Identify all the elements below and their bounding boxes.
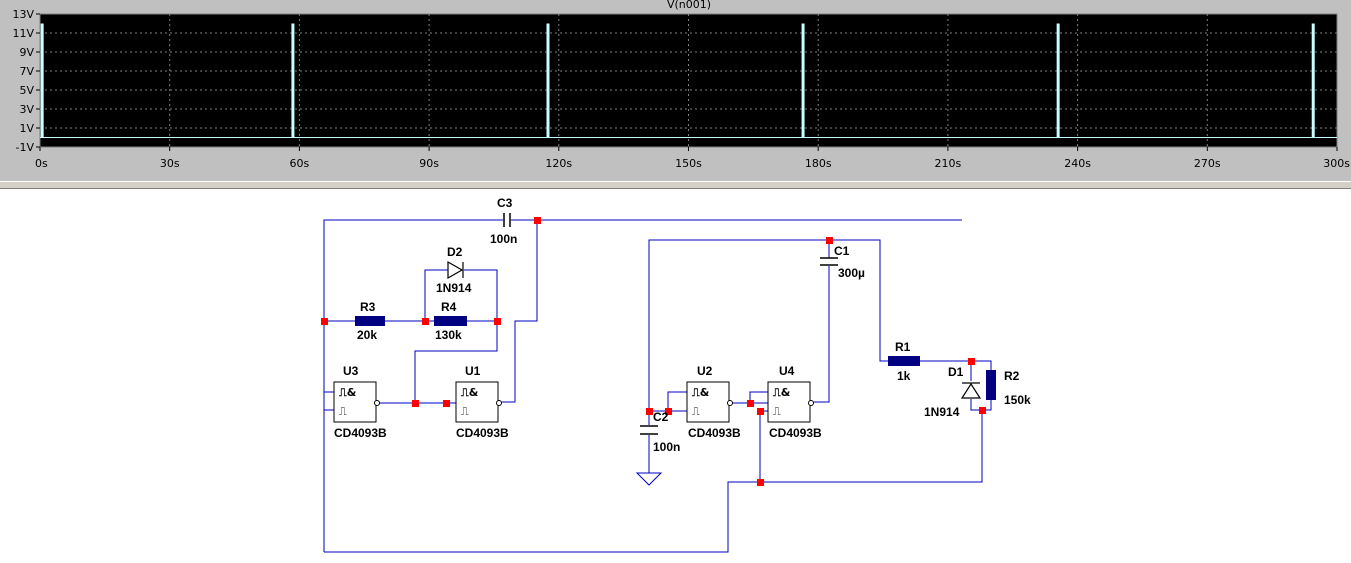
c3-ref-label[interactable]: C3: [497, 196, 513, 210]
r2-value-label[interactable]: 150k: [1004, 393, 1031, 407]
junction-dot[interactable]: [422, 318, 429, 325]
r4-ref-label[interactable]: R4: [441, 300, 457, 314]
x-axis-ticks: 0s 30s 60s 90s 120s 150s 180s 210s 240s 270s 300s: [35, 147, 1350, 170]
capacitor-c2-symbol[interactable]: [640, 425, 658, 435]
x-tick-label: 210s: [935, 157, 962, 170]
x-tick-label: 120s: [545, 157, 572, 170]
d1-ref-label[interactable]: D1: [948, 365, 964, 379]
u4-ref-label[interactable]: U4: [779, 364, 795, 378]
schematic-svg: ⎍& ⎍ ⎍& ⎍ ⎍& ⎍ ⎍& ⎍ C3 100n D2 1N914 R3 …: [321, 196, 1031, 553]
x-tick-label: 300s: [1323, 157, 1350, 170]
capacitor-c1-symbol[interactable]: [820, 257, 838, 266]
resistor-r2-symbol[interactable]: [986, 370, 996, 400]
x-tick-label: 240s: [1064, 157, 1091, 170]
junction-dot[interactable]: [412, 400, 419, 407]
x-tick-label: 60s: [290, 157, 310, 170]
r1-ref-label[interactable]: R1: [895, 340, 911, 354]
junction-dot[interactable]: [443, 400, 450, 407]
c2-ref-label[interactable]: C2: [653, 410, 669, 424]
y-tick-label: 9V: [19, 46, 34, 59]
x-tick-label: 270s: [1194, 157, 1221, 170]
trace-pulse[interactable]: [1056, 23, 1060, 138]
junction-dot[interactable]: [826, 237, 833, 244]
capacitor-c3-symbol[interactable]: [503, 213, 511, 227]
junction-dot[interactable]: [757, 479, 764, 486]
c1-ref-label[interactable]: C1: [834, 244, 850, 258]
c1-value-label[interactable]: 300µ: [838, 266, 865, 280]
svg-text:⎍: ⎍: [339, 405, 347, 418]
junction-dot[interactable]: [979, 407, 986, 414]
u4-value-label[interactable]: CD4093B: [769, 426, 822, 440]
wire[interactable]: [324, 481, 760, 553]
c3-value-label[interactable]: 100n: [490, 232, 517, 246]
x-tick-label: 30s: [160, 157, 180, 170]
svg-text:⎍&: ⎍&: [691, 386, 710, 399]
x-tick-label: 150s: [675, 157, 702, 170]
y-tick-label: 3V: [19, 103, 34, 116]
y-tick-label: 13V: [12, 8, 34, 21]
x-tick-label: 90s: [419, 157, 439, 170]
svg-text:⎍&: ⎍&: [772, 386, 791, 399]
gate-u1-symbol[interactable]: ⎍& ⎍: [455, 381, 502, 423]
junction-dot[interactable]: [646, 408, 653, 415]
svg-text:⎍: ⎍: [773, 405, 781, 418]
d2-value-label[interactable]: 1N914: [436, 281, 472, 295]
ground-icon[interactable]: [635, 472, 663, 486]
svg-text:⎍&: ⎍&: [460, 386, 479, 399]
c2-value-label[interactable]: 100n: [653, 440, 680, 454]
trace-pulse[interactable]: [291, 23, 295, 138]
r1-value-label[interactable]: 1k: [897, 369, 911, 383]
r4-value-label[interactable]: 130k: [435, 328, 462, 342]
junction-dot[interactable]: [321, 318, 328, 325]
r3-ref-label[interactable]: R3: [360, 300, 376, 314]
x-tick-label: 0s: [35, 157, 48, 170]
junction-dot[interactable]: [494, 318, 501, 325]
y-tick-label: -1V: [16, 141, 35, 154]
resistor-r1-symbol[interactable]: [888, 356, 920, 366]
schematic-pane[interactable]: ⎍& ⎍ ⎍& ⎍ ⎍& ⎍ ⎍& ⎍ C3 100n D2 1N914 R3 …: [0, 189, 1351, 563]
diode-d2-symbol[interactable]: [447, 260, 464, 280]
u3-ref-label[interactable]: U3: [343, 364, 359, 378]
y-tick-label: 11V: [12, 27, 34, 40]
r3-value-label[interactable]: 20k: [357, 328, 377, 342]
svg-text:⎍: ⎍: [461, 405, 469, 418]
waveform-svg: 13V 11V 9V 7V 5V 3V 1V -1V 0s 30s 60s 90s 120s 150s 1…: [12, 0, 1350, 170]
resistor-r4-symbol[interactable]: [434, 316, 467, 326]
gate-u4-symbol[interactable]: ⎍& ⎍: [767, 381, 814, 423]
trace-pulse[interactable]: [1311, 23, 1315, 138]
u3-value-label[interactable]: CD4093B: [334, 426, 387, 440]
y-axis-ticks: 13V 11V 9V 7V 5V 3V 1V -1V: [12, 8, 40, 154]
waveform-pane[interactable]: 13V 11V 9V 7V 5V 3V 1V -1V 0s 30s 60s 90s 120s 150s 1…: [0, 0, 1351, 181]
gate-u2-symbol[interactable]: ⎍& ⎍: [686, 381, 733, 423]
u1-ref-label[interactable]: U1: [465, 364, 481, 378]
gate-u3-symbol[interactable]: ⎍& ⎍: [333, 381, 380, 423]
pane-splitter[interactable]: [0, 181, 1351, 189]
trace-title[interactable]: V(n001): [667, 0, 711, 11]
r2-ref-label[interactable]: R2: [1004, 369, 1020, 383]
diode-d1-symbol[interactable]: [960, 382, 982, 399]
junction-dot[interactable]: [968, 358, 975, 365]
u2-ref-label[interactable]: U2: [697, 364, 713, 378]
svg-text:⎍&: ⎍&: [338, 386, 357, 399]
wire[interactable]: [813, 266, 830, 403]
svg-text:⎍: ⎍: [692, 405, 700, 418]
trace-pulse[interactable]: [546, 23, 550, 138]
x-tick-label: 180s: [805, 157, 832, 170]
y-tick-label: 5V: [19, 84, 34, 97]
junction-dot[interactable]: [534, 217, 541, 224]
trace-pulse[interactable]: [40, 23, 44, 138]
u1-value-label[interactable]: CD4093B: [456, 426, 509, 440]
wires: [323, 219, 992, 553]
y-tick-label: 1V: [19, 122, 34, 135]
resistor-r3-symbol[interactable]: [355, 316, 385, 326]
junction-dot[interactable]: [747, 400, 754, 407]
junction-dot[interactable]: [757, 408, 764, 415]
d1-value-label[interactable]: 1N914: [924, 405, 960, 419]
y-tick-label: 7V: [19, 65, 34, 78]
trace-pulse[interactable]: [801, 23, 805, 138]
wire[interactable]: [499, 220, 538, 403]
u2-value-label[interactable]: CD4093B: [688, 426, 741, 440]
d2-ref-label[interactable]: D2: [447, 245, 463, 259]
